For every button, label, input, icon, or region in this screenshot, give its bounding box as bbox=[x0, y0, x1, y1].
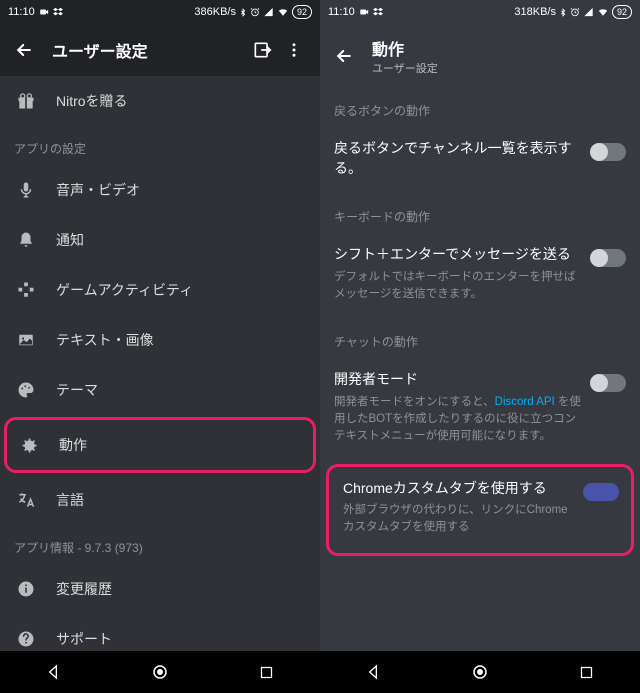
page-subtitle: ユーザー設定 bbox=[372, 60, 438, 76]
mic-icon bbox=[14, 178, 38, 202]
alarm-icon bbox=[250, 7, 260, 17]
page-title: ユーザー設定 bbox=[52, 38, 148, 62]
nav-home[interactable] bbox=[149, 661, 171, 683]
text-images-item[interactable]: テキスト・画像 bbox=[0, 315, 320, 365]
alarm-icon bbox=[570, 7, 580, 17]
item-label: 通知 bbox=[56, 230, 84, 250]
toggle-switch[interactable] bbox=[592, 143, 626, 161]
nav-back[interactable] bbox=[42, 661, 64, 683]
setting-title: Chromeカスタムタブを使用する bbox=[343, 479, 573, 499]
settings-list: Nitroを贈る アプリの設定 音声・ビデオ 通知 ゲームアクティビティ テキス… bbox=[0, 76, 320, 651]
highlight-behavior: 動作 bbox=[4, 417, 316, 473]
settings-content: 戻るボタンの動作 戻るボタンでチャンネル一覧を表示する。 キーボードの動作 シフ… bbox=[320, 88, 640, 651]
developer-mode-setting[interactable]: 開発者モード 開発者モードをオンにすると、Discord API を使用したBO… bbox=[320, 358, 640, 461]
setting-desc: 開発者モードをオンにすると、Discord API を使用したBOTを作成したり… bbox=[334, 394, 582, 446]
behavior-item[interactable]: 動作 bbox=[7, 420, 313, 470]
help-icon bbox=[14, 627, 38, 651]
status-bar: 11:10 318KB/s 92 bbox=[320, 0, 640, 24]
voice-video-item[interactable]: 音声・ビデオ bbox=[0, 165, 320, 215]
gift-icon bbox=[14, 89, 38, 113]
signal-icon bbox=[583, 7, 594, 17]
right-screen: 11:10 318KB/s 92 動作 ユーザー設定 戻るボタンの動作 戻るボタ… bbox=[320, 0, 640, 693]
back-button-setting[interactable]: 戻るボタンでチャンネル一覧を表示する。 bbox=[320, 127, 640, 194]
info-icon bbox=[14, 577, 38, 601]
header: 動作 ユーザー設定 bbox=[320, 24, 640, 88]
nav-back[interactable] bbox=[362, 661, 384, 683]
item-label: 動作 bbox=[59, 435, 87, 455]
status-speed: 386KB/s bbox=[194, 6, 236, 18]
page-title: 動作 bbox=[372, 36, 438, 60]
theme-item[interactable]: テーマ bbox=[0, 365, 320, 415]
setting-desc: 外部ブラウザの代わりに、リンクにChromeカスタムタブを使用する bbox=[343, 502, 573, 537]
language-icon bbox=[14, 488, 38, 512]
more-icon[interactable] bbox=[280, 36, 308, 64]
changelog-item[interactable]: 変更履歴 bbox=[0, 564, 320, 614]
item-label: サポート bbox=[56, 629, 112, 649]
section-label: 戻るボタンの動作 bbox=[320, 88, 640, 127]
bluetooth-icon bbox=[559, 7, 567, 18]
setting-title: シフト＋エンターでメッセージを送る bbox=[334, 245, 582, 265]
setting-desc: デフォルトではキーボードのエンターを押せばメッセージを送信できます。 bbox=[334, 269, 582, 304]
nav-home[interactable] bbox=[469, 661, 491, 683]
setting-title: 開発者モード bbox=[334, 370, 582, 390]
image-icon bbox=[14, 328, 38, 352]
discord-api-link[interactable]: Discord API bbox=[495, 396, 555, 408]
nav-bar bbox=[320, 651, 640, 693]
left-screen: 11:10 386KB/s 92 ユーザー設定 Nitroを贈る bbox=[0, 0, 320, 693]
dropbox-icon bbox=[53, 7, 63, 17]
wifi-icon bbox=[277, 7, 289, 17]
section-label: チャットの動作 bbox=[320, 319, 640, 358]
item-label: テキスト・画像 bbox=[56, 330, 154, 350]
item-label: テーマ bbox=[56, 380, 98, 400]
support-item[interactable]: サポート bbox=[0, 614, 320, 651]
signal-icon bbox=[263, 7, 274, 17]
nav-recent[interactable] bbox=[256, 661, 278, 683]
camera-icon bbox=[359, 7, 369, 17]
back-button[interactable] bbox=[332, 44, 356, 68]
gamepad-icon bbox=[14, 278, 38, 302]
item-label: ゲームアクティビティ bbox=[56, 280, 193, 300]
item-label: 音声・ビデオ bbox=[56, 180, 140, 200]
battery-indicator: 92 bbox=[292, 5, 312, 19]
header: ユーザー設定 bbox=[0, 24, 320, 76]
nav-bar bbox=[0, 651, 320, 693]
notifications-item[interactable]: 通知 bbox=[0, 215, 320, 265]
shift-enter-setting[interactable]: シフト＋エンターでメッセージを送る デフォルトではキーボードのエンターを押せばメ… bbox=[320, 233, 640, 319]
back-button[interactable] bbox=[12, 38, 36, 62]
item-label: Nitroを贈る bbox=[56, 91, 128, 111]
status-time: 11:10 bbox=[328, 6, 355, 18]
section-label: アプリの設定 bbox=[0, 126, 320, 165]
dropbox-icon bbox=[373, 7, 383, 17]
section-label: キーボードの動作 bbox=[320, 194, 640, 233]
status-bar: 11:10 386KB/s 92 bbox=[0, 0, 320, 24]
highlight-chrome-tabs: Chromeカスタムタブを使用する 外部ブラウザの代わりに、リンクにChrome… bbox=[326, 464, 634, 556]
chrome-tabs-setting[interactable]: Chromeカスタムタブを使用する 外部ブラウザの代わりに、リンクにChrome… bbox=[329, 467, 631, 553]
section-label: アプリ情報 - 9.7.3 (973) bbox=[0, 525, 320, 564]
battery-indicator: 92 bbox=[612, 5, 632, 19]
toggle-switch[interactable] bbox=[583, 483, 617, 501]
wifi-icon bbox=[597, 7, 609, 17]
nitro-gift-item[interactable]: Nitroを贈る bbox=[0, 76, 320, 126]
palette-icon bbox=[14, 378, 38, 402]
language-item[interactable]: 言語 bbox=[0, 475, 320, 525]
gear-icon bbox=[17, 433, 41, 457]
bluetooth-icon bbox=[239, 7, 247, 18]
toggle-switch[interactable] bbox=[592, 374, 626, 392]
game-activity-item[interactable]: ゲームアクティビティ bbox=[0, 265, 320, 315]
nav-recent[interactable] bbox=[576, 661, 598, 683]
bell-icon bbox=[14, 228, 38, 252]
item-label: 変更履歴 bbox=[56, 579, 112, 599]
export-icon[interactable] bbox=[248, 36, 276, 64]
status-speed: 318KB/s bbox=[514, 6, 556, 18]
camera-icon bbox=[39, 7, 49, 17]
setting-title: 戻るボタンでチャンネル一覧を表示する。 bbox=[334, 139, 582, 178]
toggle-switch[interactable] bbox=[592, 249, 626, 267]
item-label: 言語 bbox=[56, 490, 84, 510]
status-time: 11:10 bbox=[8, 6, 35, 18]
